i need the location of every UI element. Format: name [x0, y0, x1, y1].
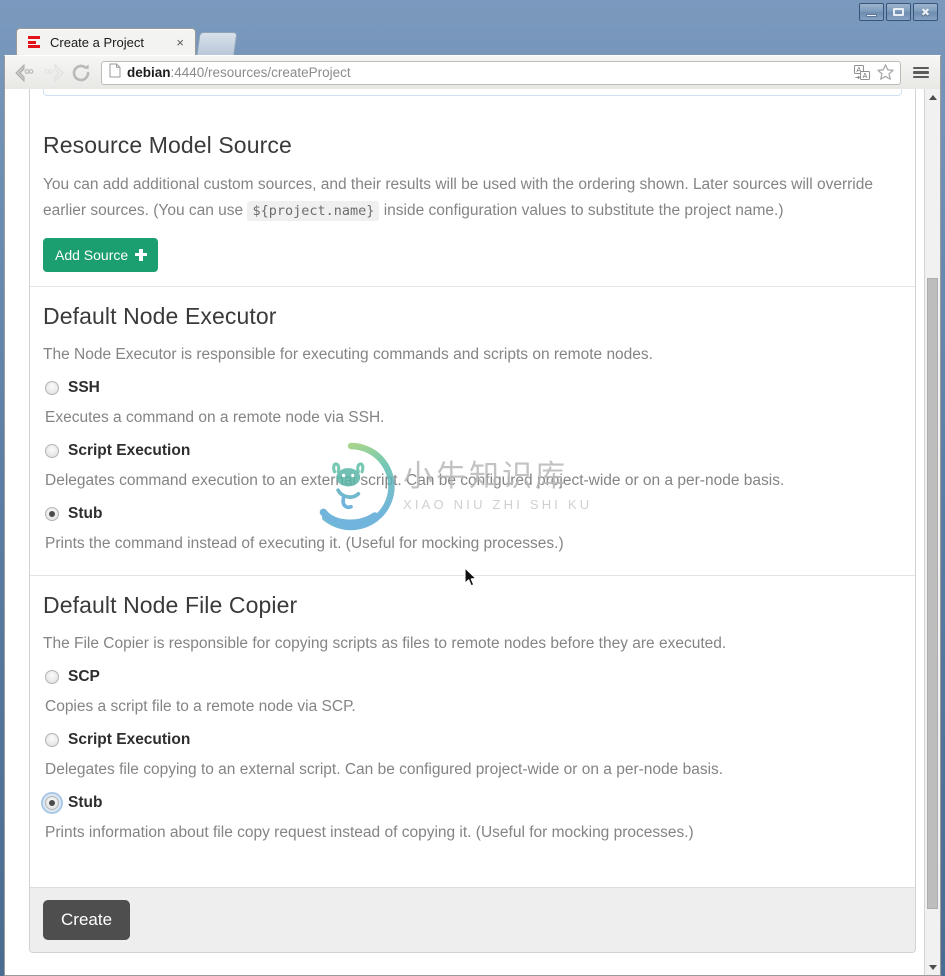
minimize-button[interactable] — [859, 3, 884, 21]
minimize-icon — [866, 14, 877, 17]
radio-stub-icon[interactable] — [45, 506, 59, 521]
maximize-icon — [893, 8, 904, 16]
reload-icon[interactable] — [68, 60, 94, 86]
url-text: debian:4440/resources/createProject — [127, 62, 850, 84]
section-resource-model-source: Resource Model Source You can add additi… — [30, 108, 915, 286]
form-footer: Create — [30, 887, 915, 952]
browser-viewport: Resource Model Source You can add additi… — [4, 89, 941, 976]
radio-script-execution-copier-icon[interactable] — [45, 733, 59, 748]
url-path: :4440/resources/createProject — [170, 64, 351, 80]
add-source-button[interactable]: Add Source — [43, 237, 159, 272]
os-window: ✖ Create a Project × debian:4440/resourc… — [0, 0, 945, 976]
rundeck-logo-icon — [27, 34, 43, 50]
window-titlebar: ✖ — [4, 0, 941, 24]
section-default-node-file-copier: Default Node File Copier The File Copier… — [30, 574, 915, 864]
radio-option-ssh[interactable]: SSH — [45, 379, 902, 397]
browser-tabstrip: Create a Project × — [4, 24, 941, 55]
chevron-up-icon — [928, 94, 937, 100]
radio-option-scp[interactable]: SCP — [45, 668, 902, 686]
hamburger-menu-icon[interactable] — [909, 61, 933, 85]
tab-title: Create a Project — [50, 34, 144, 50]
radio-script-execution-icon[interactable] — [45, 444, 59, 459]
translate-icon[interactable]: A A — [854, 64, 872, 81]
option-description-ssh: Executes a command on a remote node via … — [45, 409, 385, 427]
page-title-default-node-executor: Default Node Executor — [43, 302, 277, 329]
page-title-resource-model-source: Resource Model Source — [43, 132, 292, 158]
inline-code-project-name: ${project.name} — [247, 200, 380, 221]
url-host: debian — [127, 64, 171, 80]
close-button[interactable]: ✖ — [913, 3, 938, 21]
radio-option-stub[interactable]: Stub — [45, 505, 902, 523]
scroll-up-button[interactable] — [925, 89, 940, 105]
page-document-icon — [109, 63, 121, 83]
close-icon: ✖ — [920, 6, 931, 19]
forward-arrow-icon — [40, 60, 66, 86]
vertical-scrollbar[interactable] — [924, 89, 940, 975]
section-description: The Node Executor is responsible for exe… — [43, 346, 653, 364]
add-source-label: Add Source — [55, 246, 129, 263]
scrolled-offscreen-input[interactable] — [43, 89, 902, 96]
svg-text:A: A — [863, 73, 868, 80]
tab-create-a-project[interactable]: Create a Project × — [16, 28, 196, 55]
option-description-scp: Copies a script file to a remote node vi… — [45, 698, 356, 716]
new-tab-button[interactable] — [196, 32, 238, 55]
radio-stub-copier-icon[interactable] — [41, 791, 63, 814]
radio-scp-icon[interactable] — [45, 670, 59, 685]
radio-label-ssh: SSH — [68, 379, 100, 397]
option-description-script-execution: Delegates command execution to an extern… — [45, 472, 785, 490]
section-description: You can add additional custom sources, a… — [43, 172, 902, 224]
radio-ssh-icon[interactable] — [45, 381, 59, 396]
radio-option-script-execution-copier[interactable]: Script Execution — [45, 731, 902, 749]
section-default-node-executor: Default Node Executor The Node Executor … — [30, 285, 915, 575]
radio-option-script-execution[interactable]: Script Execution — [45, 442, 902, 460]
radio-label-stub-copier: Stub — [68, 793, 103, 811]
maximize-button[interactable] — [886, 3, 911, 21]
radio-label-scp: SCP — [68, 668, 100, 686]
radio-label-script-execution: Script Execution — [68, 442, 191, 460]
option-description-script-execution-copier: Delegates file copying to an external sc… — [45, 761, 724, 779]
chevron-down-icon — [928, 964, 937, 970]
page-title-default-node-file-copier: Default Node File Copier — [43, 591, 298, 618]
scrollbar-thumb[interactable] — [927, 278, 938, 909]
url-address-bar[interactable]: debian:4440/resources/createProject A A — [101, 60, 901, 85]
star-bookmark-icon[interactable] — [876, 63, 895, 82]
option-description-stub: Prints the command instead of executing … — [45, 534, 564, 552]
section-description: The File Copier is responsible for copyi… — [43, 635, 727, 653]
option-description-stub-copier: Prints information about file copy reque… — [45, 823, 694, 841]
create-button[interactable]: Create — [43, 900, 131, 940]
browser-toolbar: debian:4440/resources/createProject A A — [4, 55, 941, 89]
tab-close-icon[interactable]: × — [171, 36, 189, 49]
radio-option-stub-copier[interactable]: Stub — [41, 791, 902, 814]
radio-label-stub: Stub — [68, 504, 103, 522]
radio-label-script-execution-copier: Script Execution — [68, 731, 191, 749]
create-project-form-card: Resource Model Source You can add additi… — [29, 89, 916, 953]
scroll-down-button[interactable] — [925, 959, 940, 975]
back-arrow-icon[interactable] — [12, 60, 38, 86]
web-page-content: Resource Model Source You can add additi… — [5, 89, 924, 975]
desc-text-part-2: inside configuration values to substitut… — [379, 201, 784, 219]
plus-icon — [135, 248, 148, 261]
